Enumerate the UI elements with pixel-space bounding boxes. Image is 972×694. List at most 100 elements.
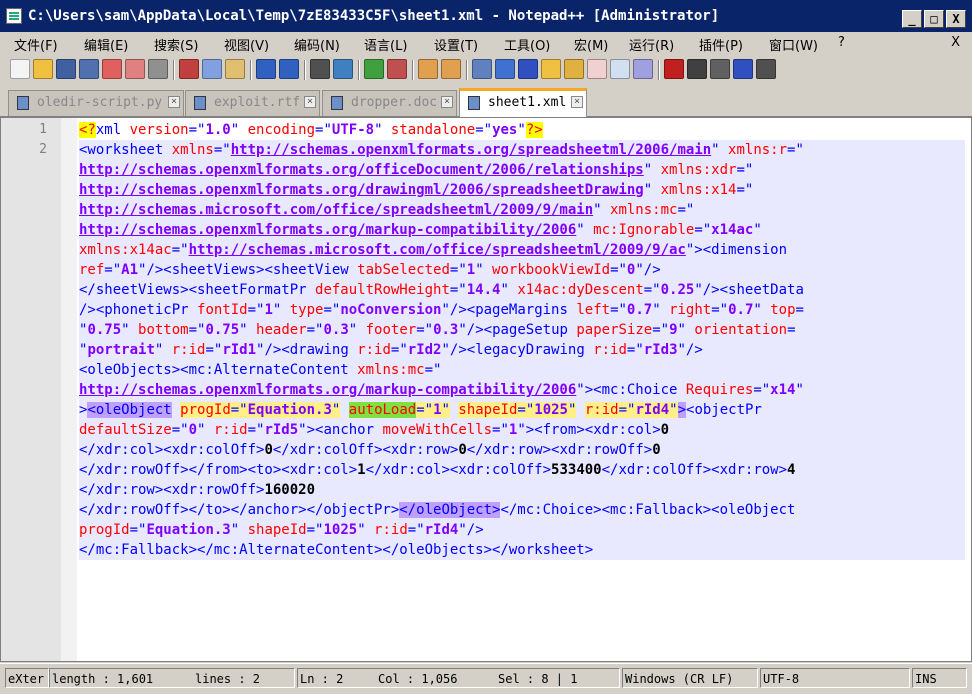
minimize-button[interactable]: _ <box>902 10 922 28</box>
maximize-button[interactable]: □ <box>924 10 944 28</box>
tab-oledir-script[interactable]: oledir-script.py × <box>8 90 184 116</box>
toolbar-separator <box>466 60 468 80</box>
code-token: xmlns:x14 <box>660 182 737 198</box>
code-token: progId <box>79 522 130 538</box>
code-line[interactable]: ><oleObject progId="Equation.3" autoLoad… <box>79 400 965 420</box>
run-macro-multiple-icon[interactable] <box>733 59 753 79</box>
menu-search[interactable]: 搜索(S) <box>154 35 198 54</box>
print-icon[interactable] <box>148 59 168 79</box>
status-insert-mode[interactable]: INS <box>912 668 967 688</box>
code-line[interactable]: http://schemas.openxmlformats.org/markup… <box>79 380 965 400</box>
zoom-in-icon[interactable] <box>364 59 384 79</box>
word-wrap-icon[interactable] <box>472 59 492 79</box>
code-token: " <box>348 322 366 338</box>
show-all-chars-icon[interactable] <box>495 59 515 79</box>
fold-margin[interactable] <box>61 118 77 661</box>
menu-language[interactable]: 语言(L) <box>364 35 407 54</box>
code-line[interactable]: ref="A1"/><sheetViews><sheetView tabSele… <box>79 260 965 280</box>
close-document-button[interactable]: X <box>951 35 960 50</box>
toolbar-separator <box>173 60 175 80</box>
doc-map-icon[interactable] <box>541 59 561 79</box>
code-area[interactable]: <?xml version="1.0" encoding="UTF-8" sta… <box>79 120 965 560</box>
code-line[interactable]: <worksheet xmlns="http://schemas.openxml… <box>79 140 965 160</box>
code-line[interactable]: </xdr:row><xdr:rowOff>160020 <box>79 480 965 500</box>
code-line[interactable]: <?xml version="1.0" encoding="UTF-8" sta… <box>79 120 965 140</box>
menu-settings[interactable]: 设置(T) <box>434 35 478 54</box>
code-line[interactable]: xmlns:x14ac="http://schemas.microsoft.co… <box>79 240 965 260</box>
tab-dropper[interactable]: dropper.doc × <box>322 90 457 116</box>
tab-close-icon[interactable]: × <box>168 96 180 108</box>
code-line[interactable]: </mc:Fallback></mc:AlternateContent></ol… <box>79 540 965 560</box>
menu-view[interactable]: 视图(V) <box>224 35 269 54</box>
menu-window[interactable]: 窗口(W) <box>769 35 818 54</box>
tab-sheet1[interactable]: sheet1.xml × <box>459 88 587 117</box>
code-line[interactable]: http://schemas.microsoft.com/office/spre… <box>79 200 965 220</box>
menu-help[interactable]: ? <box>838 35 845 50</box>
code-line[interactable]: "portrait" r:id="rId1"/><drawing r:id="r… <box>79 340 965 360</box>
undo-icon[interactable] <box>256 59 276 79</box>
new-file-icon[interactable] <box>10 59 30 79</box>
indent-guide-icon[interactable] <box>518 59 538 79</box>
code-token: "/> <box>458 522 484 538</box>
open-file-icon[interactable] <box>33 59 53 79</box>
close-all-icon[interactable] <box>125 59 145 79</box>
status-encoding[interactable]: UTF-8 <box>760 668 910 688</box>
menu-encoding[interactable]: 编码(N) <box>294 35 340 54</box>
close-window-button[interactable]: X <box>946 10 966 28</box>
find-icon[interactable] <box>310 59 330 79</box>
menu-run[interactable]: 运行(R) <box>629 35 674 54</box>
tab-close-icon[interactable]: × <box>441 96 453 108</box>
stop-macro-icon[interactable] <box>687 59 707 79</box>
code-line[interactable]: </sheetViews><sheetFormatPr defaultRowHe… <box>79 280 965 300</box>
code-line[interactable]: /><phoneticPr fontId="1" type="noConvers… <box>79 300 965 320</box>
menu-bar: 文件(F) 编辑(E) 搜索(S) 视图(V) 编码(N) 语言(L) 设置(T… <box>0 32 972 54</box>
code-line[interactable]: "0.75" bottom="0.75" header="0.3" footer… <box>79 320 965 340</box>
editor-pane[interactable]: 1 2 <?xml version="1.0" encoding="UTF-8"… <box>0 117 972 662</box>
tab-exploit[interactable]: exploit.rtf × <box>185 90 320 116</box>
code-token: 0 <box>660 422 670 438</box>
play-macro-icon[interactable] <box>710 59 730 79</box>
function-list-icon[interactable] <box>564 59 584 79</box>
folder-workspace-icon[interactable] <box>587 59 607 79</box>
sync-vertical-icon[interactable] <box>418 59 438 79</box>
doc-list-icon[interactable] <box>610 59 630 79</box>
copy-icon[interactable] <box>202 59 222 79</box>
menu-plugins[interactable]: 插件(P) <box>699 35 743 54</box>
code-token: 0.3 <box>323 322 349 338</box>
code-token: <oleObject <box>87 402 172 418</box>
tab-close-icon[interactable]: × <box>304 96 316 108</box>
zoom-out-icon[interactable] <box>387 59 407 79</box>
menu-edit[interactable]: 编辑(E) <box>84 35 128 54</box>
record-macro-icon[interactable] <box>664 59 684 79</box>
cut-icon[interactable] <box>179 59 199 79</box>
code-line[interactable]: defaultSize="0" r:id="rId5"><anchor move… <box>79 420 965 440</box>
code-token: " <box>441 402 450 418</box>
menu-macro[interactable]: 宏(M) <box>574 35 608 54</box>
monitoring-icon[interactable] <box>633 59 653 79</box>
code-line[interactable]: http://schemas.openxmlformats.org/markup… <box>79 220 965 240</box>
code-token: http://schemas.openxmlformats.org/spread… <box>230 142 712 158</box>
code-line[interactable]: http://schemas.openxmlformats.org/office… <box>79 160 965 180</box>
redo-icon[interactable] <box>279 59 299 79</box>
sync-horizontal-icon[interactable] <box>441 59 461 79</box>
code-line[interactable]: progId="Equation.3" shapeId="1025" r:id=… <box>79 520 965 540</box>
code-line[interactable]: </xdr:rowOff></from><to><xdr:col>1</xdr:… <box>79 460 965 480</box>
tab-close-icon[interactable]: × <box>571 96 583 108</box>
close-icon[interactable] <box>102 59 122 79</box>
save-macro-icon[interactable] <box>756 59 776 79</box>
menu-file[interactable]: 文件(F) <box>14 35 58 54</box>
code-line[interactable]: <oleObjects><mc:AlternateContent xmlns:m… <box>79 360 965 380</box>
tab-bar: oledir-script.py × exploit.rtf × dropper… <box>0 86 972 117</box>
code-line[interactable]: </xdr:col><xdr:colOff>0</xdr:colOff><xdr… <box>79 440 965 460</box>
code-token: "/><pageSetup <box>458 322 577 338</box>
save-icon[interactable] <box>56 59 76 79</box>
replace-icon[interactable] <box>333 59 353 79</box>
menu-tools[interactable]: 工具(O) <box>504 35 550 54</box>
notepadpp-app-icon[interactable] <box>6 8 22 24</box>
paste-icon[interactable] <box>225 59 245 79</box>
code-token: =" <box>492 422 509 438</box>
code-line[interactable]: </xdr:rowOff></to></anchor></objectPr></… <box>79 500 965 520</box>
save-all-icon[interactable] <box>79 59 99 79</box>
code-line[interactable]: http://schemas.openxmlformats.org/drawin… <box>79 180 965 200</box>
status-eol[interactable]: Windows (CR LF) <box>622 668 758 688</box>
